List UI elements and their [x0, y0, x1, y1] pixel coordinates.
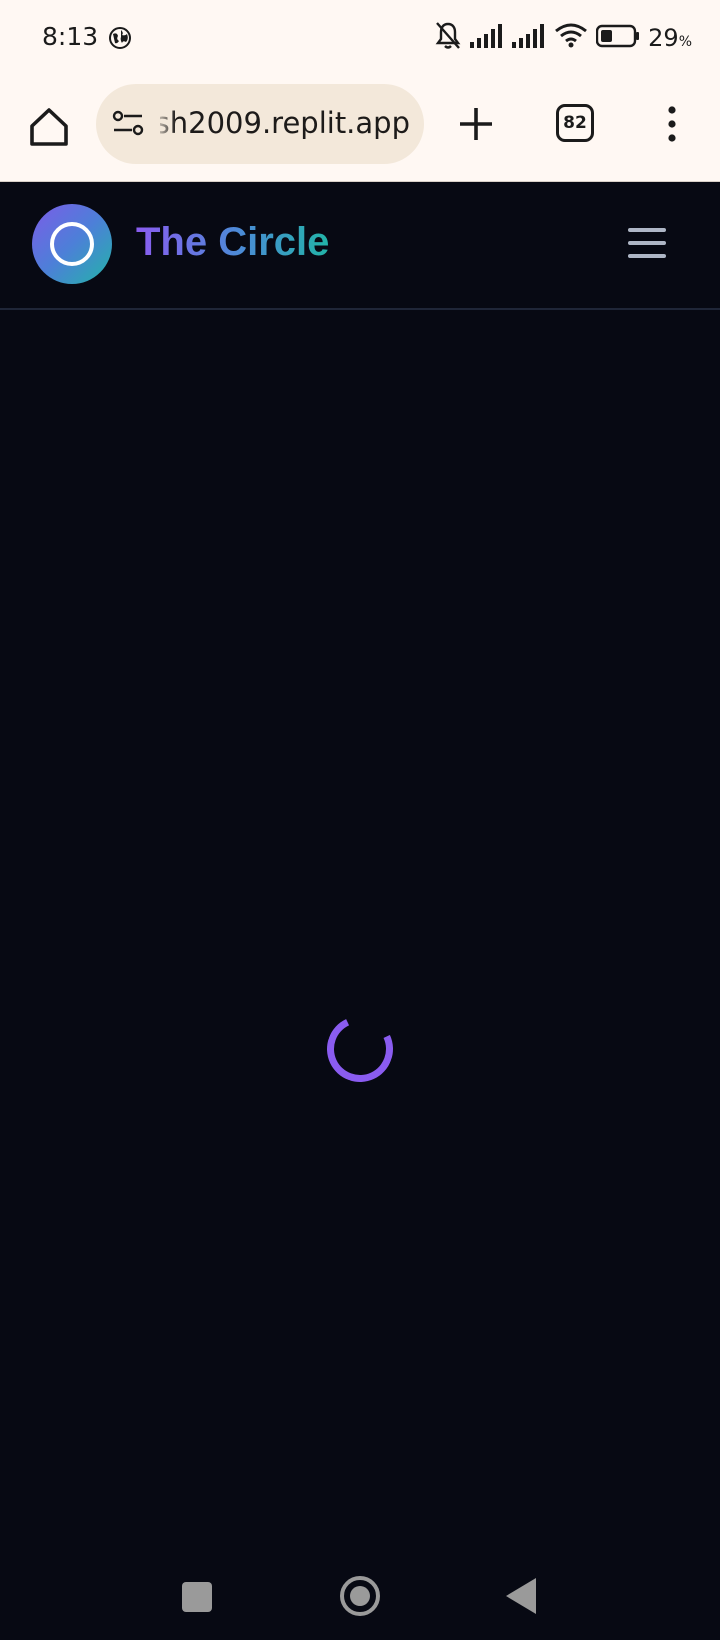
back-icon[interactable]: [506, 1578, 536, 1614]
tabs-button[interactable]: 82: [556, 104, 594, 142]
app-title[interactable]: The Circle: [136, 220, 329, 265]
battery-percent: 29%: [648, 24, 692, 52]
browser-toolbar: sh2009.replit.app 82: [0, 78, 720, 182]
tab-count: 82: [563, 113, 587, 133]
bell-off-icon: [434, 21, 462, 55]
status-icons: 29%: [434, 20, 692, 56]
recents-icon[interactable]: [182, 1582, 212, 1612]
signal-icon: [512, 24, 546, 52]
main-content: [0, 310, 720, 1570]
plus-icon[interactable]: [456, 102, 496, 146]
hamburger-menu-icon[interactable]: [628, 228, 666, 258]
circle-logo-icon: [50, 222, 94, 266]
battery-icon: [595, 24, 640, 52]
more-vert-icon[interactable]: [660, 104, 684, 144]
home-circle-icon[interactable]: [340, 1576, 380, 1616]
address-bar[interactable]: sh2009.replit.app: [96, 84, 424, 164]
url-text: sh2009.replit.app: [160, 106, 410, 140]
wifi-icon: [554, 23, 588, 53]
loading-spinner-icon: [317, 1006, 403, 1092]
tune-icon[interactable]: [112, 108, 144, 142]
signal-icon: [470, 24, 504, 52]
home-icon[interactable]: [26, 104, 72, 150]
globe-icon: [108, 26, 132, 54]
app-logo[interactable]: [32, 204, 112, 284]
status-bar: 8:13 29%: [0, 0, 720, 78]
system-nav-bar: [0, 1570, 720, 1640]
app-header: The Circle: [0, 182, 720, 310]
status-time: 8:13: [42, 22, 99, 51]
